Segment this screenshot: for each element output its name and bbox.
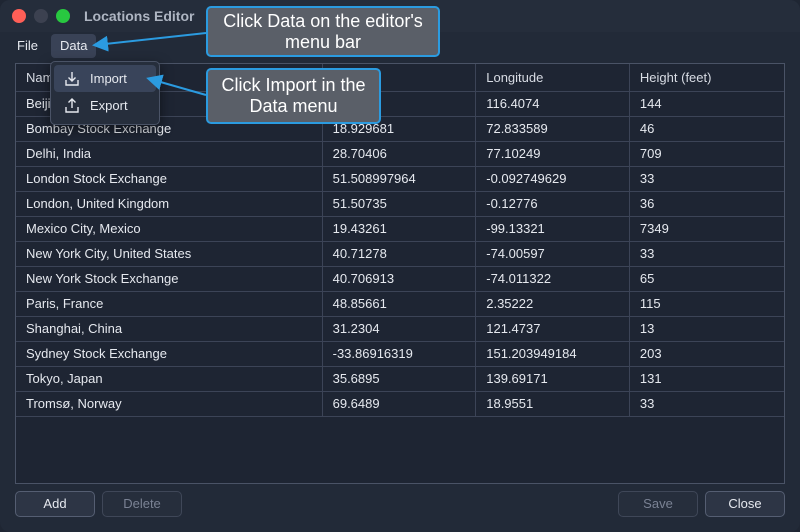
- column-header-longitude[interactable]: Longitude: [475, 64, 630, 92]
- close-window-icon[interactable]: [12, 9, 26, 23]
- cell-name[interactable]: London, United Kingdom: [16, 190, 323, 217]
- cell-longitude[interactable]: -0.12776: [475, 190, 630, 217]
- cell-longitude[interactable]: -74.00597: [475, 240, 630, 267]
- cell-latitude[interactable]: -33.86916319: [321, 340, 477, 367]
- cell-height[interactable]: 33: [628, 390, 784, 417]
- cell-latitude[interactable]: 19.43261: [321, 215, 477, 242]
- cell-height[interactable]: 33: [628, 240, 784, 267]
- column-header-height[interactable]: Height (feet): [628, 64, 784, 92]
- cell-longitude[interactable]: 116.4074: [475, 90, 630, 117]
- cell-latitude[interactable]: 51.508997964: [321, 165, 477, 192]
- cell-latitude[interactable]: 31.2304: [321, 315, 477, 342]
- cell-height[interactable]: 203: [628, 340, 784, 367]
- export-tray-icon: [65, 98, 79, 113]
- cell-height[interactable]: 13: [628, 315, 784, 342]
- cell-name[interactable]: Sydney Stock Exchange: [16, 340, 323, 367]
- cell-name[interactable]: Shanghai, China: [16, 315, 323, 342]
- menu-item-export[interactable]: Export: [54, 92, 156, 119]
- window-title: Locations Editor: [84, 8, 195, 24]
- cell-name[interactable]: Paris, France: [16, 290, 323, 317]
- table-row[interactable]: Delhi, India 28.70406 77.10249 709: [16, 140, 784, 167]
- cell-latitude[interactable]: 69.6489: [321, 390, 477, 417]
- maximize-window-icon[interactable]: [56, 9, 70, 23]
- table-row[interactable]: New York City, United States 40.71278 -74.…: [16, 240, 784, 267]
- add-button[interactable]: Add: [15, 491, 95, 517]
- cell-longitude[interactable]: 77.10249: [475, 140, 630, 167]
- table-row[interactable]: Mexico City, Mexico 19.43261 -99.13321 7349: [16, 215, 784, 242]
- cell-height[interactable]: 7349: [628, 215, 784, 242]
- locations-table: Name Latitude Longitude Height (feet) Be…: [15, 63, 785, 484]
- cell-longitude[interactable]: 121.4737: [475, 315, 630, 342]
- cell-height[interactable]: 65: [628, 265, 784, 292]
- cell-longitude[interactable]: -0.092749629: [475, 165, 630, 192]
- annotation-step-1: Click Data on the editor's menu bar: [206, 6, 440, 57]
- delete-button[interactable]: Delete: [102, 491, 182, 517]
- cell-height[interactable]: 709: [628, 140, 784, 167]
- menu-data[interactable]: Data: [51, 34, 97, 58]
- cell-longitude[interactable]: 18.9551: [475, 390, 630, 417]
- cell-longitude[interactable]: -99.13321: [475, 215, 630, 242]
- table-row[interactable]: London, United Kingdom 51.50735 -0.12776 36: [16, 190, 784, 217]
- menu-item-import-label: Import: [90, 71, 127, 86]
- cell-height[interactable]: 33: [628, 165, 784, 192]
- cell-latitude[interactable]: 40.706913: [321, 265, 477, 292]
- cell-name[interactable]: New York City, United States: [16, 240, 323, 267]
- table-row[interactable]: Sydney Stock Exchange -33.86916319 151.203…: [16, 340, 784, 367]
- cell-latitude[interactable]: 48.85661: [321, 290, 477, 317]
- cell-height[interactable]: 144: [628, 90, 784, 117]
- cell-longitude[interactable]: 72.833589: [475, 115, 630, 142]
- save-button[interactable]: Save: [618, 491, 698, 517]
- cell-height[interactable]: 131: [628, 365, 784, 392]
- locations-editor-window: Locations Editor File Data Name Latitude…: [0, 0, 800, 532]
- cell-latitude[interactable]: 51.50735: [321, 190, 477, 217]
- menu-item-export-label: Export: [90, 98, 128, 113]
- cell-name[interactable]: Tokyo, Japan: [16, 365, 323, 392]
- minimize-window-icon[interactable]: [34, 9, 48, 23]
- annotation-step-2: Click Import in the Data menu: [206, 68, 381, 124]
- cell-name[interactable]: Mexico City, Mexico: [16, 215, 323, 242]
- cell-longitude[interactable]: 151.203949184: [475, 340, 630, 367]
- cell-height[interactable]: 46: [628, 115, 784, 142]
- cell-longitude[interactable]: 139.69171: [475, 365, 630, 392]
- cell-height[interactable]: 36: [628, 190, 784, 217]
- menu-file[interactable]: File: [8, 34, 47, 58]
- close-button[interactable]: Close: [705, 491, 785, 517]
- cell-latitude[interactable]: 40.71278: [321, 240, 477, 267]
- cell-name[interactable]: New York Stock Exchange: [16, 265, 323, 292]
- cell-name[interactable]: Delhi, India: [16, 140, 323, 167]
- table-row[interactable]: Paris, France 48.85661 2.35222 115: [16, 290, 784, 317]
- table-row[interactable]: Tromsø, Norway 69.6489 18.9551 33: [16, 390, 784, 417]
- cell-height[interactable]: 115: [628, 290, 784, 317]
- cell-name[interactable]: London Stock Exchange: [16, 165, 323, 192]
- table-row[interactable]: Shanghai, China 31.2304 121.4737 13: [16, 315, 784, 342]
- table-row[interactable]: Tokyo, Japan 35.6895 139.69171 131: [16, 365, 784, 392]
- cell-name[interactable]: Tromsø, Norway: [16, 390, 323, 417]
- cell-latitude[interactable]: 35.6895: [321, 365, 477, 392]
- cell-longitude[interactable]: -74.011322: [475, 265, 630, 292]
- import-tray-icon: [65, 72, 79, 86]
- table-row[interactable]: London Stock Exchange 51.508997964 -0.0927…: [16, 165, 784, 192]
- cell-latitude[interactable]: 28.70406: [321, 140, 477, 167]
- data-menu-dropdown: Import Export: [50, 61, 160, 125]
- cell-longitude[interactable]: 2.35222: [475, 290, 630, 317]
- menu-item-import[interactable]: Import: [54, 65, 156, 92]
- table-row[interactable]: New York Stock Exchange 40.706913 -74.0113…: [16, 265, 784, 292]
